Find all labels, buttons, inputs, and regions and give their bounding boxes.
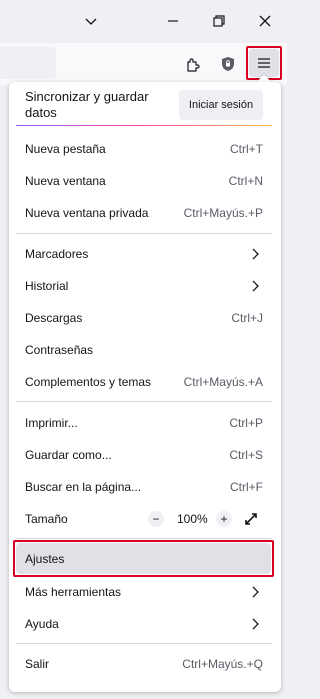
shield-icon[interactable] — [215, 51, 241, 77]
menu-item-find-in-page[interactable]: Buscar en la página... Ctrl+F — [16, 471, 272, 503]
menu-item-label: Marcadores — [25, 247, 89, 261]
sync-description: Sincronizar y guardar datos — [25, 89, 149, 120]
menu-item-label: Nueva ventana privada — [25, 206, 149, 220]
menu-item-label: Guardar como... — [25, 448, 112, 462]
chevron-right-icon — [252, 248, 259, 260]
menu-item-shortcut: Ctrl+Mayús.+Q — [182, 657, 263, 671]
settings-highlight-box — [13, 540, 274, 577]
menu-item-shortcut: Ctrl+T — [230, 142, 263, 156]
sync-divider — [16, 125, 272, 126]
extensions-icon[interactable] — [180, 51, 206, 77]
chevron-right-icon — [252, 280, 259, 292]
menu-item-label: Salir — [25, 657, 50, 671]
menu-item-shortcut: Ctrl+S — [229, 448, 263, 462]
menu-item-label: Historial — [25, 279, 69, 293]
menu-item-label: Imprimir... — [25, 416, 78, 430]
menu-item-shortcut: Ctrl+Mayús.+A — [183, 375, 263, 389]
menu-item-label: Contraseñas — [25, 343, 94, 357]
minimize-icon[interactable] — [160, 8, 186, 34]
menu-item-label: Descargas — [25, 311, 83, 325]
menu-item-passwords[interactable]: Contraseñas — [16, 334, 272, 366]
menu-separator — [16, 538, 272, 539]
chevron-right-icon — [252, 618, 259, 630]
chevron-down-icon[interactable] — [78, 8, 104, 34]
zoom-out-button[interactable]: − — [148, 511, 164, 527]
signin-button[interactable]: Iniciar sesión — [179, 90, 263, 120]
close-icon[interactable] — [252, 8, 278, 34]
zoom-in-button[interactable]: + — [216, 511, 232, 527]
menu-item-bookmarks[interactable]: Marcadores — [16, 238, 272, 270]
menu-item-print[interactable]: Imprimir... Ctrl+P — [16, 407, 272, 439]
zoom-row: Tamaño — [16, 503, 272, 535]
menu-item-help[interactable]: Ayuda — [16, 608, 272, 640]
menu-item-shortcut: Ctrl+Mayús.+P — [183, 206, 263, 220]
menu-item-label: Ayuda — [25, 617, 59, 631]
menu-item-shortcut: Ctrl+P — [229, 416, 263, 430]
restore-icon[interactable] — [206, 8, 232, 34]
menu-item-label: Más herramientas — [25, 585, 122, 599]
title-bar — [0, 0, 287, 43]
menu-item-save-as[interactable]: Guardar como... Ctrl+S — [16, 439, 272, 471]
menu-separator — [16, 401, 272, 402]
menu-item-shortcut: Ctrl+N — [228, 174, 263, 188]
menu-item-addons-themes[interactable]: Complementos y temas Ctrl+Mayús.+A — [16, 366, 272, 398]
zoom-level[interactable]: 100% — [177, 512, 208, 526]
menu-item-new-tab[interactable]: Nueva pestaña Ctrl+T — [16, 133, 272, 165]
menu-separator — [16, 233, 272, 234]
menu-item-label: Complementos y temas — [25, 375, 152, 389]
menu-item-label: Nueva pestaña — [25, 142, 106, 156]
menu-item-new-window[interactable]: Nueva ventana Ctrl+N — [16, 165, 272, 197]
menu-item-shortcut: Ctrl+F — [230, 480, 263, 494]
fullscreen-icon — [245, 513, 257, 525]
menu-item-downloads[interactable]: Descargas Ctrl+J — [16, 302, 272, 334]
menu-item-more-tools[interactable]: Más herramientas — [16, 576, 272, 608]
menu-item-history[interactable]: Historial — [16, 270, 272, 302]
chevron-right-icon — [252, 586, 259, 598]
menu-item-label: Buscar en la página... — [25, 480, 142, 494]
menu-item-shortcut: Ctrl+J — [231, 311, 263, 325]
fullscreen-button[interactable] — [242, 510, 260, 528]
menu-item-exit[interactable]: Salir Ctrl+Mayús.+Q — [16, 648, 272, 680]
menu-item-new-private-window[interactable]: Nueva ventana privada Ctrl+Mayús.+P — [16, 197, 272, 229]
menu-separator — [16, 643, 272, 644]
zoom-label: Tamaño — [25, 512, 68, 526]
url-bar[interactable] — [0, 47, 56, 79]
menu-item-label: Nueva ventana — [25, 174, 106, 188]
